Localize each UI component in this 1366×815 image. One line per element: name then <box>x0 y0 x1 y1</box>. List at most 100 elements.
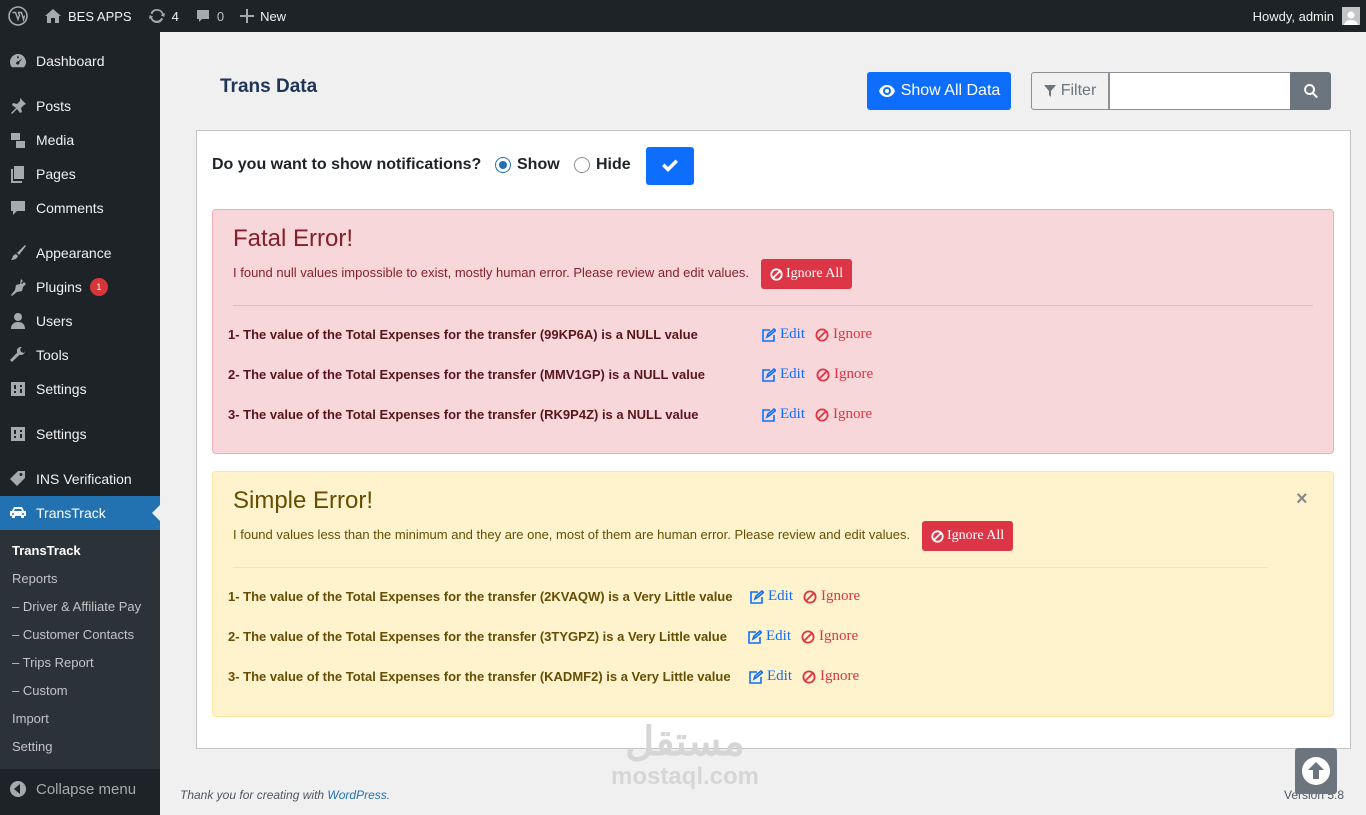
my-account-link[interactable]: Howdy, admin <box>1245 0 1366 32</box>
wrench-icon <box>0 346 36 364</box>
sidebar-item-users[interactable]: Users <box>0 304 160 338</box>
edit-icon <box>762 367 776 382</box>
radio-show-circle[interactable] <box>495 157 511 173</box>
sidebar-item-media[interactable]: Media <box>0 123 160 157</box>
simple-row-1-edit-link[interactable]: Edit <box>749 588 793 605</box>
filter-label: Filter <box>1060 82 1097 99</box>
sidebar-item-tools[interactable]: Tools <box>0 338 160 372</box>
submenu-item-import[interactable]: Import <box>12 709 49 729</box>
fatal-row-1-edit-link[interactable]: Edit <box>761 326 805 343</box>
simple-ignore-all-button[interactable]: Ignore All <box>922 521 1014 551</box>
sidebar-item-label: Settings <box>36 426 87 442</box>
edit-icon <box>749 669 763 684</box>
fatal-row-2-edit-link[interactable]: Edit <box>761 366 805 383</box>
submenu-item-reports[interactable]: Reports <box>12 569 58 589</box>
radio-hide-circle[interactable] <box>574 157 590 173</box>
sidebar-item-label: Users <box>36 313 73 329</box>
radio-show-label: Show <box>517 156 560 173</box>
sidebar-item-ins-verification[interactable]: INS Verification <box>0 462 160 496</box>
submenu-item-trips-report[interactable]: – Trips Report <box>12 653 94 673</box>
sidebar-item-settings[interactable]: Settings <box>0 372 160 406</box>
fatal-row-1: 1- The value of the Total Expenses for t… <box>228 327 698 342</box>
ban-icon <box>931 529 944 543</box>
ignore-label: Ignore <box>821 588 861 604</box>
fatal-row-3-ignore-link[interactable]: Ignore <box>815 406 872 423</box>
fatal-ignore-all-button[interactable]: Ignore All <box>761 259 853 289</box>
edit-icon <box>762 407 776 422</box>
new-content-link[interactable]: New <box>232 0 294 32</box>
simple-row-2-ignore-link[interactable]: Ignore <box>801 628 858 645</box>
comment-icon <box>196 10 209 22</box>
footer-period: . <box>386 788 391 802</box>
sidebar-item-comments[interactable]: Comments <box>0 191 160 225</box>
submenu-item-driver-affiliate-pay[interactable]: – Driver & Affiliate Pay <box>12 597 141 617</box>
show-all-data-button[interactable]: Show All Data <box>867 72 1011 110</box>
sidebar-item-plugins[interactable]: Plugins 1 <box>0 270 160 304</box>
car-icon <box>0 504 36 522</box>
transtrack-submenu <box>0 530 160 769</box>
sidebar-item-label: Appearance <box>36 245 112 261</box>
wordpress-link[interactable]: WordPress <box>327 788 386 802</box>
edit-icon <box>750 589 764 604</box>
filter-search-input[interactable] <box>1109 72 1291 110</box>
ignore-label: Ignore <box>820 668 860 684</box>
fatal-row-1-ignore-link[interactable]: Ignore <box>815 326 872 343</box>
mostaql-watermark: مستقل mostaql.com <box>600 720 770 790</box>
sidebar-item-dashboard[interactable]: Dashboard <box>0 44 160 78</box>
comments-link[interactable]: 0 <box>187 0 232 32</box>
fatal-divider <box>233 305 1313 306</box>
edit-label: Edit <box>767 668 792 684</box>
site-name-link[interactable]: BES APPS <box>36 0 140 32</box>
search-icon <box>1303 84 1318 99</box>
simple-row-3: 3- The value of the Total Expenses for t… <box>228 669 731 684</box>
wordpress-logo-icon[interactable] <box>0 0 36 32</box>
sidebar-item-label: Media <box>36 132 75 148</box>
sidebar-item-label: Plugins <box>36 279 82 295</box>
sidebar-item-settings-2[interactable]: Settings <box>0 417 160 451</box>
ignore-label: Ignore <box>819 628 859 644</box>
sidebar-item-label: Posts <box>36 98 72 114</box>
radio-show[interactable]: Show <box>495 156 560 174</box>
collapse-icon <box>0 780 36 798</box>
simple-row-1-ignore-link[interactable]: Ignore <box>803 588 860 605</box>
submenu-item-setting[interactable]: Setting <box>12 737 52 757</box>
fatal-row-2-ignore-link[interactable]: Ignore <box>816 366 873 383</box>
simple-row-2-edit-link[interactable]: Edit <box>747 628 791 645</box>
collapse-menu-button[interactable]: Collapse menu <box>0 772 160 806</box>
eye-icon <box>878 85 895 97</box>
sidebar-item-posts[interactable]: Posts <box>0 89 160 123</box>
media-icon <box>0 131 36 149</box>
ban-icon <box>770 267 783 281</box>
simple-row-3-edit-link[interactable]: Edit <box>748 668 792 685</box>
sidebar-item-pages[interactable]: Pages <box>0 157 160 191</box>
search-button[interactable] <box>1290 72 1331 110</box>
scroll-to-top-button[interactable] <box>1295 748 1337 794</box>
updates-link[interactable]: 4 <box>140 0 187 32</box>
sidebar-item-appearance[interactable]: Appearance <box>0 236 160 270</box>
simple-error-close-button[interactable]: × <box>1296 488 1308 511</box>
submenu-item-transtrack[interactable]: TransTrack <box>12 541 81 561</box>
filter-button[interactable]: Filter <box>1031 72 1109 110</box>
pin-icon <box>0 97 36 115</box>
admin-bar: BES APPS 4 0 New Howdy, admin <box>0 0 1366 32</box>
submenu-item-custom[interactable]: – Custom <box>12 681 68 701</box>
dashboard-icon <box>0 52 36 70</box>
settings-icon <box>0 380 36 398</box>
home-icon <box>45 9 61 23</box>
footer-thanks: Thank you for creating with <box>180 788 328 802</box>
admin-sidebar: Dashboard Posts Media Pages Comments App… <box>0 32 160 815</box>
fatal-row-3-edit-link[interactable]: Edit <box>761 406 805 423</box>
confirm-notification-button[interactable] <box>646 147 694 185</box>
sidebar-item-label: Pages <box>36 166 76 182</box>
radio-hide[interactable]: Hide <box>574 156 631 174</box>
edit-label: Edit <box>766 628 791 644</box>
simple-row-3-ignore-link[interactable]: Ignore <box>802 668 859 685</box>
sidebar-item-label: TransTrack <box>36 505 106 521</box>
fatal-error-title: Fatal Error! <box>233 225 354 252</box>
tag-icon <box>0 470 36 488</box>
edit-label: Edit <box>780 366 805 382</box>
radio-hide-label: Hide <box>596 156 631 173</box>
sidebar-item-transtrack[interactable]: TransTrack <box>0 496 160 530</box>
submenu-item-customer-contacts[interactable]: – Customer Contacts <box>12 625 134 645</box>
edit-label: Edit <box>780 406 805 422</box>
